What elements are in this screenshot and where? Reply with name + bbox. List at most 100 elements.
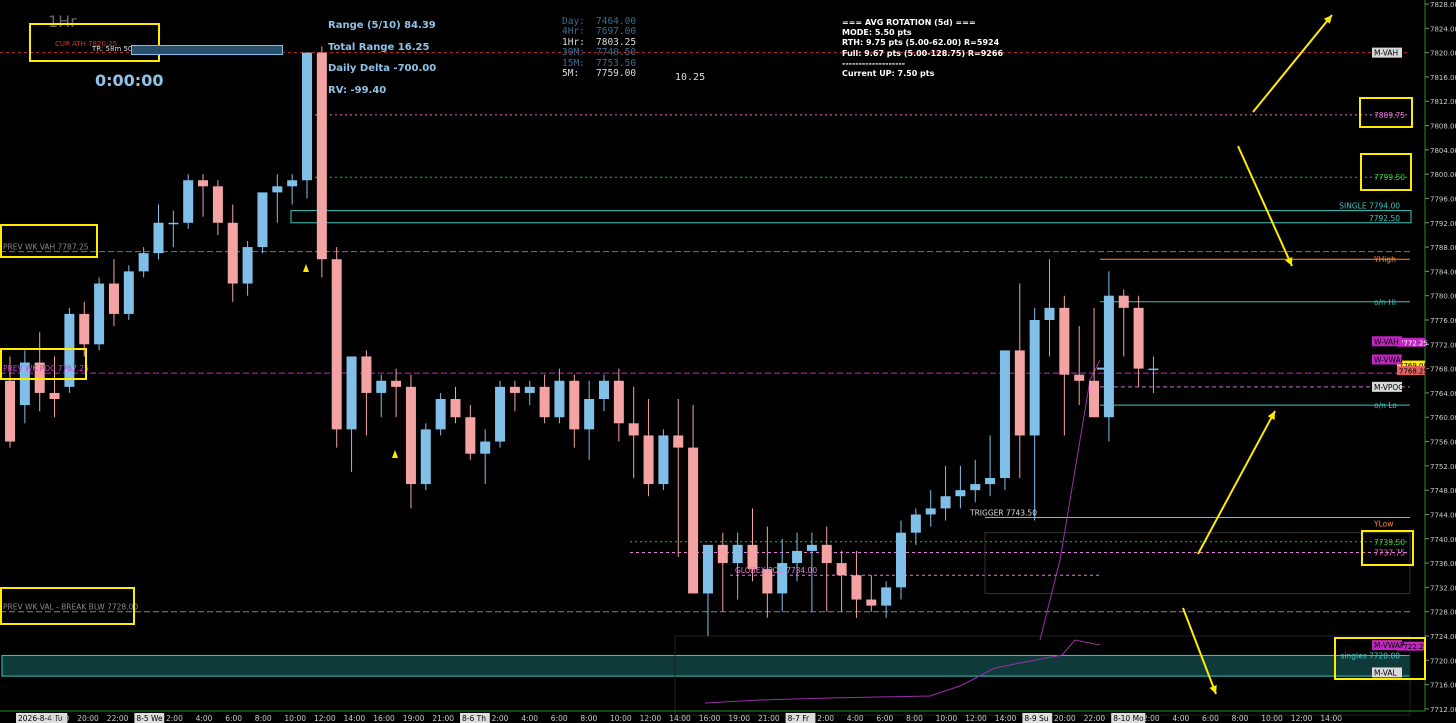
- y-tick-label: 7776.00: [1430, 317, 1456, 325]
- candle-body: [227, 222, 238, 284]
- x-tick-label: 19:00: [403, 714, 425, 723]
- candle-body: [123, 271, 134, 314]
- prev-wk-val-box: [0, 587, 135, 625]
- x-tick-label: 12:00: [314, 714, 336, 723]
- y-tick-label: 7792.00: [1430, 220, 1456, 228]
- y-tick-label: 7740.00: [1430, 536, 1456, 544]
- y-tick-label: 7808.00: [1430, 123, 1456, 131]
- x-tick-label: 10:00: [936, 714, 958, 723]
- yellow-arrow: [1237, 145, 1293, 267]
- y-tick-label: 7812.00: [1430, 98, 1456, 106]
- x-tick-label: 20:00: [1054, 714, 1076, 723]
- candle-body: [495, 386, 506, 442]
- candle-body: [183, 180, 194, 223]
- candle-body: [821, 544, 832, 564]
- x-tick-label: 14:00: [1320, 714, 1342, 723]
- candle-body: [792, 550, 803, 564]
- candle-body: [658, 435, 669, 485]
- rotation-current: Current UP: 7.50 pts: [842, 69, 935, 79]
- signal-triangle: [392, 450, 398, 458]
- candle-body: [1133, 307, 1144, 369]
- daily-delta-stat: Daily Delta -700.00: [328, 63, 437, 74]
- x-tick-label: 8:00: [255, 714, 272, 723]
- x-tick-label: 22:00: [107, 714, 129, 723]
- candle-body: [5, 380, 15, 442]
- y-tick-label: 7804.00: [1430, 147, 1456, 155]
- candle-body: [628, 423, 639, 436]
- candle-body: [1148, 368, 1159, 371]
- candle-body: [836, 563, 847, 576]
- tag-7809-box: [1359, 97, 1413, 128]
- yellow-arrow: [1182, 607, 1217, 695]
- candle-body: [509, 386, 520, 393]
- y-tick-label: 7796.00: [1430, 195, 1456, 203]
- signal-triangle: [303, 264, 309, 272]
- y-tick-label: 7800.00: [1430, 171, 1456, 179]
- candle-body: [539, 386, 550, 418]
- candle-body: [1029, 320, 1040, 436]
- x-tick-label: 20:00: [77, 714, 99, 723]
- y-tick-label: 7736.00: [1430, 560, 1456, 568]
- candle-body: [613, 380, 624, 424]
- price-chart[interactable]: 7712.00 7716.00 7720.00 7724.00 7728.00 7732.…: [0, 0, 1456, 723]
- y-tick-label: 7764.00: [1430, 390, 1456, 398]
- rotation-title: === AVG ROTATION (5d) ===: [842, 18, 976, 27]
- x-tick-label: 6:00: [1202, 714, 1219, 723]
- level-label: 7792.50: [1369, 214, 1400, 223]
- time-axis[interactable]: 2026-8-4 Tu18:00 20:00 22:00 8-5 We 2:00 4:00…: [0, 710, 1425, 723]
- candle-body: [138, 253, 149, 272]
- right-tag: W-VAH: [1374, 337, 1399, 346]
- rotation-mode: MODE: 5.50 pts: [842, 28, 912, 38]
- x-tick-label: 6:00: [225, 714, 242, 723]
- x-tick-label: 12:00: [965, 714, 987, 723]
- x-tick-label: 8-7 Fr: [788, 714, 810, 723]
- candle-body: [1044, 307, 1055, 320]
- x-tick-label: 10:00: [284, 714, 306, 723]
- candle-body: [376, 380, 387, 393]
- candle-body: [435, 399, 446, 430]
- y-tick-label: 7768.00: [1430, 366, 1456, 374]
- candle-body: [450, 399, 461, 418]
- right-tags: M-VAH7809.757799.50YHigho/n HiW-VAHW-VWA…: [1372, 47, 1406, 678]
- y-tick-label: 7716.00: [1430, 682, 1456, 690]
- right-tag: W-VWAP: [1374, 356, 1406, 365]
- candle-body: [643, 435, 654, 485]
- candle-body: [881, 587, 892, 606]
- candle-body: [524, 386, 535, 393]
- x-tick-label: 8:00: [1232, 714, 1249, 723]
- x-tick-label: 8:00: [580, 714, 597, 723]
- y-tick-label: 7824.00: [1430, 25, 1456, 33]
- tf-level-label: 5M:: [562, 68, 580, 80]
- rotation-divider: -------------------: [842, 58, 906, 68]
- tag-7739-box: [1361, 530, 1414, 566]
- level-label: TRIGGER 7743.50: [969, 509, 1037, 518]
- x-tick-label: 8:00: [906, 714, 923, 723]
- timer: 0:00:00: [95, 71, 164, 90]
- candle-body: [465, 417, 476, 454]
- candle-body: [1014, 350, 1025, 436]
- x-tick-label: 19:00: [728, 714, 750, 723]
- x-tick-label: 16:00: [373, 714, 395, 723]
- candle-body: [212, 186, 223, 223]
- y-tick-label: 7772.00: [1430, 341, 1456, 349]
- x-tick-label: 14:00: [669, 714, 691, 723]
- candle-body: [1118, 295, 1129, 308]
- candle-body: [108, 283, 119, 314]
- x-tick-label: 14:00: [995, 714, 1017, 723]
- x-tick-label: 21:00: [758, 714, 780, 723]
- candle-body: [480, 441, 491, 454]
- zone-boxes: [1, 210, 1412, 716]
- candle-body: [999, 350, 1010, 478]
- candle-body: [851, 575, 862, 600]
- singles-zone: [1, 654, 1411, 677]
- y-tick-label: 7780.00: [1430, 293, 1456, 301]
- candle-body: [717, 544, 728, 564]
- tf-level-value: 7740.50: [596, 47, 637, 59]
- candle-body: [970, 484, 981, 491]
- y-tick-label: 7816.00: [1430, 74, 1456, 82]
- candle-body: [673, 435, 684, 448]
- candle-body: [910, 514, 921, 533]
- candle-body: [985, 478, 996, 485]
- candle-body: [732, 544, 743, 564]
- candle-body: [554, 380, 565, 418]
